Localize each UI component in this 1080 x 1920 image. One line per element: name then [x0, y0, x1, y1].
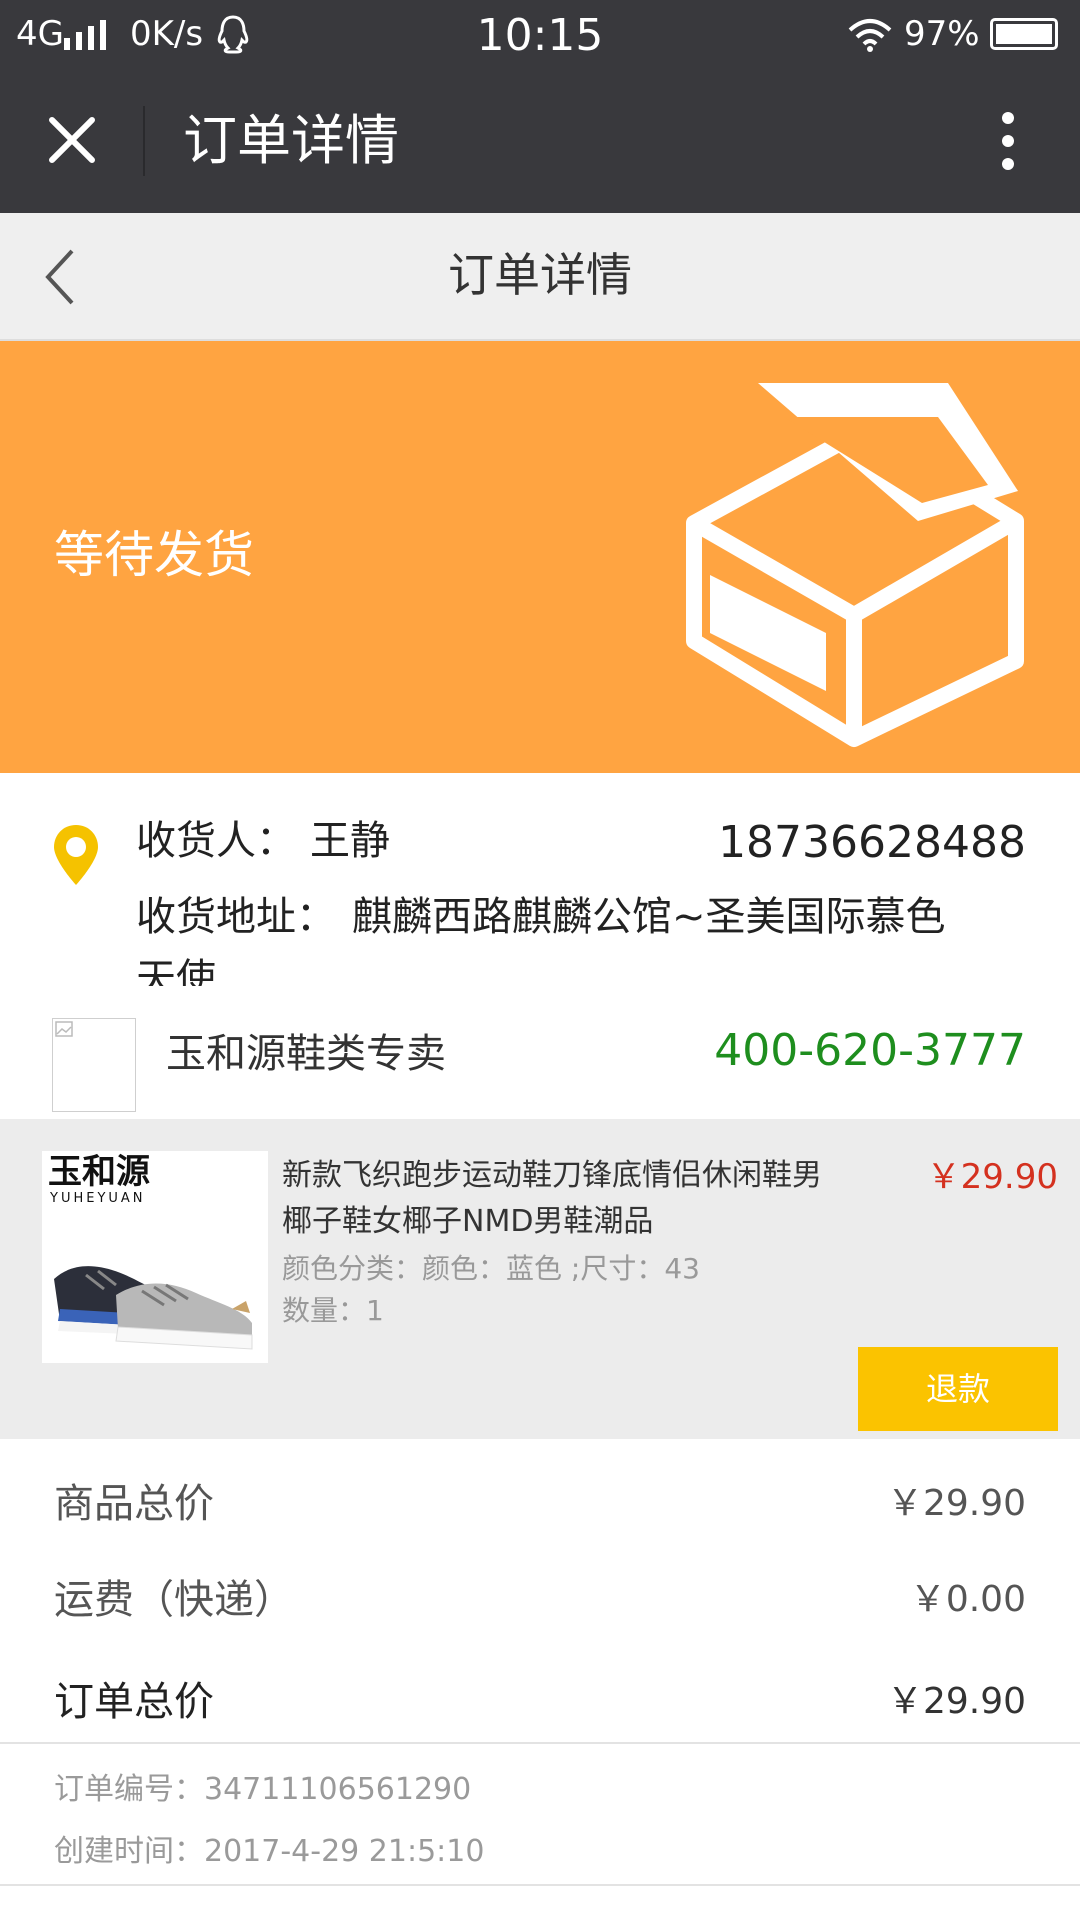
header-title: 订单详情	[183, 109, 399, 172]
order-total-row: 订单总价 ￥29.90	[54, 1676, 1026, 1728]
goods-total-row: 商品总价 ￥29.90	[54, 1478, 1026, 1530]
shipping-fee-row: 运费（快递） ￥0.00	[54, 1574, 1026, 1626]
shipping-address: 收货人： 王静 18736628488 收货地址： 麒麟西路麒麟公馆~圣美国际慕…	[0, 773, 1080, 1002]
refund-button[interactable]: 退款	[858, 1347, 1058, 1431]
product-image[interactable]: 玉和源 YUHEYUAN	[42, 1151, 268, 1363]
battery-icon	[990, 18, 1058, 50]
divider	[0, 1742, 1080, 1744]
more-icon[interactable]	[998, 110, 1018, 172]
product-price: ￥29.90	[926, 1157, 1058, 1197]
address-label: 收货地址：	[136, 894, 336, 940]
product-spec: 颜色分类：颜色：蓝色 ;尺寸：43	[282, 1252, 700, 1285]
order-status-banner: 等待发货	[0, 341, 1080, 773]
page-title: 订单详情	[448, 248, 632, 302]
store-name[interactable]: 玉和源鞋类专卖	[166, 1028, 446, 1080]
product-brand-latin: YUHEYUAN	[50, 1191, 146, 1206]
recipient-label: 收货人：	[136, 818, 296, 864]
recipient-phone[interactable]: 18736628488	[718, 817, 1026, 869]
divider	[0, 1884, 1080, 1886]
order-total-value: ￥29.90	[886, 1681, 1026, 1722]
product-item[interactable]: 玉和源 YUHEYUAN 新款飞织跑步运动鞋刀锋底情侣休闲鞋男 椰子鞋女椰子NM…	[0, 1119, 1080, 1439]
goods-total-label: 商品总价	[54, 1481, 214, 1527]
page-nav-bar: 订单详情	[0, 213, 1080, 341]
shipping-fee-label: 运费（快递）	[54, 1577, 294, 1623]
close-icon[interactable]	[48, 116, 96, 164]
shipping-fee-value: ￥0.00	[909, 1579, 1026, 1620]
order-status-text: 等待发货	[54, 526, 254, 584]
battery-percent: 97%	[904, 14, 980, 54]
product-title-line-2: 椰子鞋女椰子NMD男鞋潮品	[282, 1204, 654, 1239]
recipient-name: 王静	[310, 818, 390, 864]
wechat-header: 订单详情	[0, 68, 1080, 213]
store-row[interactable]: 玉和源鞋类专卖 400-620-3777	[0, 986, 1080, 1119]
order-number: 订单编号：34711106561290	[54, 1772, 472, 1807]
sneaker-photo	[54, 1266, 253, 1350]
order-created-time: 创建时间：2017-4-29 21:5:10	[54, 1834, 485, 1869]
store-logo-image	[52, 1018, 136, 1112]
package-box-icon	[686, 383, 1024, 747]
product-brand-logo: 玉和源	[48, 1152, 150, 1192]
store-phone[interactable]: 400-620-3777	[714, 1024, 1026, 1078]
wifi-icon	[848, 19, 892, 52]
product-quantity: 数量：1	[282, 1294, 384, 1327]
header-divider	[143, 106, 145, 176]
order-total-label: 订单总价	[54, 1679, 214, 1725]
location-pin-icon	[54, 825, 98, 885]
goods-total-value: ￥29.90	[886, 1483, 1026, 1524]
broken-image-icon	[55, 1021, 73, 1037]
product-title-line-1: 新款飞织跑步运动鞋刀锋底情侣休闲鞋男	[282, 1158, 822, 1193]
address-line-1: 麒麟西路麒麟公馆~圣美国际慕色	[352, 894, 946, 940]
status-bar: 4G 0K/s 10:15 97%	[0, 0, 1080, 68]
